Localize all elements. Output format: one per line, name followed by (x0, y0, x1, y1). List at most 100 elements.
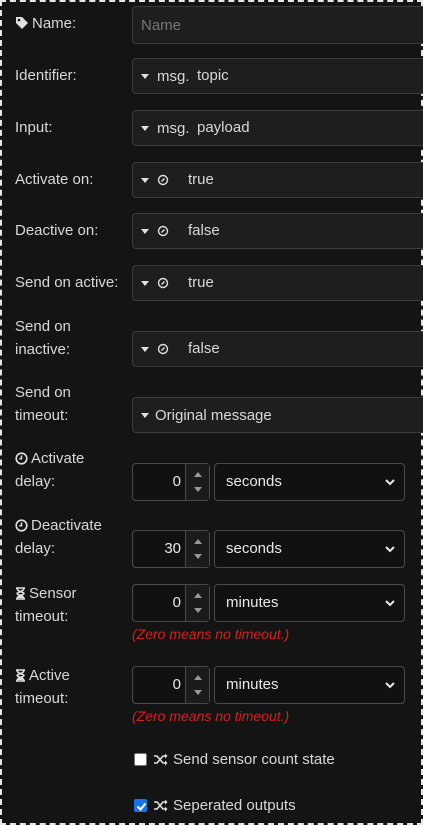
identifier-type-button[interactable]: msg. (133, 59, 190, 93)
random-icon (154, 753, 168, 766)
input-field[interactable]: msg. payload (132, 110, 423, 146)
spin-down-icon[interactable] (194, 554, 202, 559)
active-timeout-spin[interactable] (185, 667, 209, 703)
deactivate-delay-stepper[interactable]: 30 (132, 530, 210, 568)
activate-delay-label-line1: Activate (31, 450, 85, 467)
spin-down-icon[interactable] (194, 690, 202, 695)
send-on-inactive-type-button[interactable] (133, 332, 169, 366)
chevron-down-icon (385, 600, 395, 607)
activate-on-value: true (188, 171, 214, 188)
boolean-type-icon (157, 225, 169, 237)
activate-delay-unit-select[interactable]: seconds (214, 463, 405, 501)
random-icon (154, 799, 168, 812)
send-on-inactive-label: Send on inactive: (15, 315, 71, 361)
activate-delay-label: Activate delay: (15, 447, 84, 493)
identifier-value: topic (197, 67, 229, 84)
chevron-down-icon (385, 682, 395, 689)
send-on-active-type-button[interactable] (133, 266, 169, 300)
active-timeout-stepper[interactable]: 0 (132, 666, 210, 704)
sensor-timeout-unit: minutes (226, 594, 279, 611)
boolean-type-icon (157, 277, 169, 289)
spin-up-icon[interactable] (194, 472, 202, 477)
send-sensor-count-checkbox[interactable] (134, 753, 147, 766)
boolean-type-icon (157, 174, 169, 186)
activate-delay-stepper[interactable]: 0 (132, 463, 210, 501)
clock-icon (15, 519, 28, 532)
sensor-timeout-spin[interactable] (185, 585, 209, 621)
activate-delay-label-line2: delay: (15, 473, 56, 490)
activate-delay-value: 0 (172, 473, 181, 490)
send-on-inactive-value: false (188, 340, 220, 357)
seperated-outputs-checkbox[interactable] (134, 799, 147, 812)
spin-up-icon[interactable] (194, 593, 202, 598)
caret-down-icon (141, 73, 149, 79)
caret-down-icon (141, 346, 149, 352)
deactive-on-value: false (188, 222, 220, 239)
activate-on-label: Activate on: (15, 171, 94, 188)
sensor-timeout-unit-select[interactable]: minutes (214, 584, 405, 622)
send-on-timeout-field[interactable]: Original message (132, 397, 423, 433)
spin-up-icon[interactable] (194, 675, 202, 680)
caret-down-icon (141, 125, 149, 131)
input-label: Input: (15, 119, 53, 136)
activate-on-type-button[interactable] (133, 163, 169, 197)
deactivate-delay-label: Deactivate delay: (15, 514, 102, 560)
name-input[interactable] (132, 6, 423, 44)
sensor-timeout-value: 0 (172, 594, 181, 611)
send-sensor-count-row[interactable]: Send sensor count state (134, 751, 335, 768)
sensor-timeout-stepper[interactable]: 0 (132, 584, 210, 622)
send-on-timeout-label: Send on timeout: (15, 381, 71, 427)
active-timeout-value: 0 (172, 676, 181, 693)
spin-up-icon[interactable] (194, 539, 202, 544)
send-on-active-value: true (188, 274, 214, 291)
active-timeout-label: Active timeout: (15, 664, 70, 710)
activate-delay-spin[interactable] (185, 464, 209, 500)
chevron-down-icon (385, 546, 395, 553)
send-sensor-count-label: Send sensor count state (173, 751, 335, 768)
deactivate-delay-unit-select[interactable]: seconds (214, 530, 405, 568)
name-label: Name: (15, 12, 76, 35)
hourglass-icon (16, 669, 25, 682)
input-type-button[interactable]: msg. (133, 111, 190, 145)
deactivate-delay-label-line2: delay: (15, 540, 56, 557)
seperated-outputs-row[interactable]: Seperated outputs (134, 797, 296, 814)
active-timeout-unit-select[interactable]: minutes (214, 666, 405, 704)
send-on-active-field[interactable]: true (132, 265, 423, 301)
input-type-prefix: msg. (157, 119, 190, 137)
send-on-timeout-type-button[interactable]: Original message (133, 398, 272, 432)
send-on-active-label: Send on active: (15, 274, 119, 291)
send-on-timeout-label-line1: Send on (15, 384, 71, 401)
tag-icon (16, 17, 28, 29)
active-timeout-label-line1: Active (29, 667, 70, 684)
sensor-timeout-label: Sensor timeout: (15, 582, 77, 628)
seperated-outputs-label: Seperated outputs (173, 797, 296, 814)
name-label-text: Name: (32, 15, 77, 32)
chevron-down-icon (385, 479, 395, 486)
deactivate-delay-label-line1: Deactivate (31, 517, 102, 534)
caret-down-icon (141, 228, 149, 234)
caret-down-icon (141, 280, 149, 286)
checkmark-icon (136, 802, 147, 811)
identifier-field[interactable]: msg. topic (132, 58, 423, 94)
identifier-label: Identifier: (15, 67, 77, 84)
sensor-timeout-hint: (Zero means no timeout.) (132, 626, 290, 642)
active-timeout-label-line2: timeout: (15, 690, 69, 707)
activate-on-field[interactable]: true (132, 162, 423, 198)
clock-icon (15, 452, 28, 465)
send-on-inactive-field[interactable]: false (132, 331, 423, 367)
deactivate-delay-spin[interactable] (185, 531, 209, 567)
boolean-type-icon (157, 343, 169, 355)
spin-down-icon[interactable] (194, 608, 202, 613)
deactive-on-field[interactable]: false (132, 213, 423, 249)
input-value: payload (197, 119, 250, 136)
deactivate-delay-value: 30 (164, 540, 181, 557)
spin-down-icon[interactable] (194, 487, 202, 492)
active-timeout-hint: (Zero means no timeout.) (132, 708, 290, 724)
send-on-inactive-label-line1: Send on (15, 318, 71, 335)
sensor-timeout-label-line2: timeout: (15, 608, 69, 625)
activate-delay-unit: seconds (226, 473, 282, 490)
deactive-on-type-button[interactable] (133, 214, 169, 248)
deactivate-delay-unit: seconds (226, 540, 282, 557)
caret-down-icon (141, 412, 149, 418)
active-timeout-unit: minutes (226, 676, 279, 693)
